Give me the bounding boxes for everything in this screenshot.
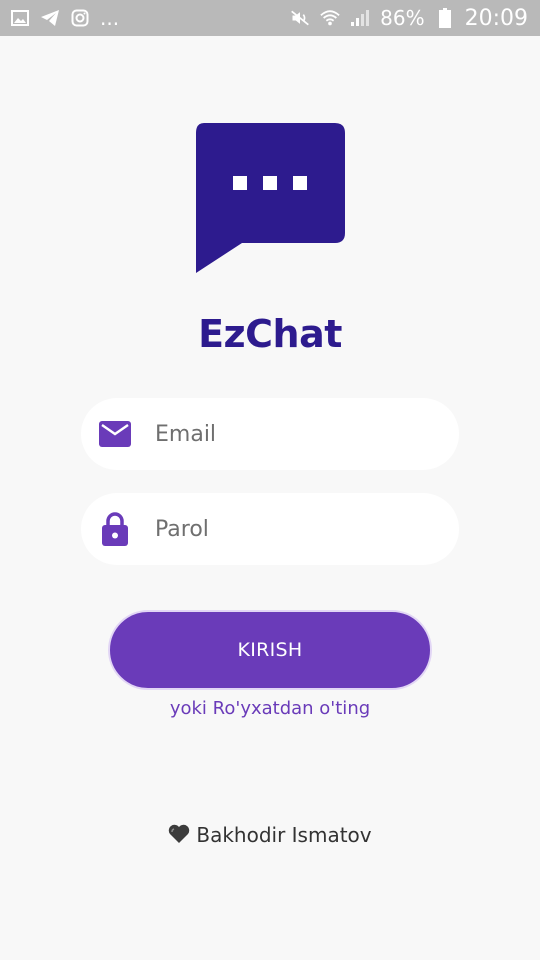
footer-credit: Bakhodir Ismatov	[0, 820, 540, 850]
wifi-icon	[320, 8, 340, 28]
notification-overflow: ...	[100, 6, 120, 30]
login-button[interactable]: KIRISH	[108, 610, 432, 690]
email-input[interactable]	[155, 414, 435, 454]
heart-icon	[168, 824, 190, 846]
signal-icon	[350, 8, 370, 28]
status-bar: ... 86% 20:09	[0, 0, 540, 36]
status-notifications: ...	[10, 6, 119, 30]
password-field[interactable]	[81, 493, 459, 565]
image-icon	[10, 8, 30, 28]
author-name: Bakhodir Ismatov	[196, 823, 372, 847]
instagram-icon	[70, 8, 90, 28]
battery-icon	[435, 8, 455, 28]
battery-percent: 86%	[380, 6, 425, 30]
email-field[interactable]	[81, 398, 459, 470]
mute-icon	[290, 8, 310, 28]
telegram-icon	[40, 8, 60, 28]
app-logo	[194, 123, 346, 275]
clock: 20:09	[464, 5, 528, 31]
password-input[interactable]	[155, 509, 435, 549]
app-title: EzChat	[198, 312, 342, 356]
lock-icon	[97, 511, 133, 547]
status-system: 86% 20:09	[290, 6, 528, 31]
register-link[interactable]: yoki Ro'yxatdan o'ting	[0, 698, 540, 719]
mail-icon	[97, 416, 133, 452]
